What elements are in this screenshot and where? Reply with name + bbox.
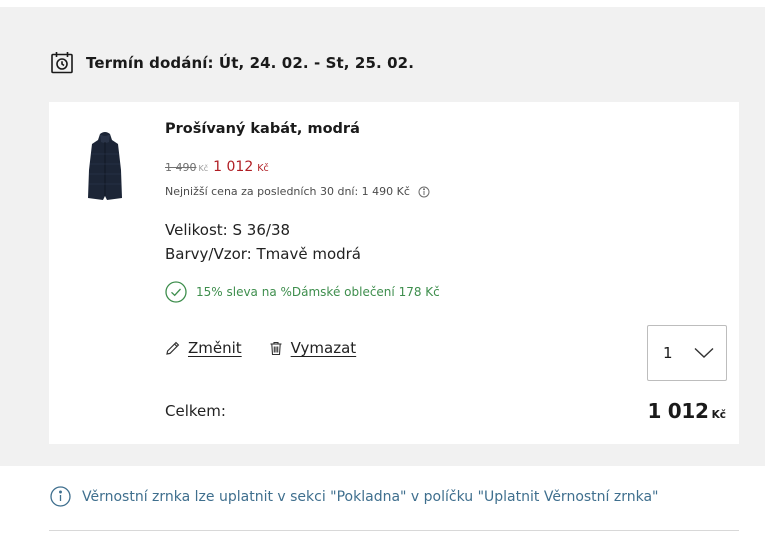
size-value: Velikost: S 36/38 (165, 221, 291, 239)
info-icon[interactable] (418, 186, 430, 198)
discount-info: 15% sleva na %Dámské oblečení 178 Kč (165, 281, 440, 303)
discount-text: 15% sleva na %Dámské oblečení 178 Kč (196, 285, 440, 299)
remove-label: Vymazat (290, 339, 357, 357)
total-currency: Kč (711, 409, 726, 421)
calendar-clock-icon (50, 51, 74, 75)
quantity-value: 1 (663, 344, 673, 362)
divider (49, 530, 739, 531)
color-value: Barvy/Vzor: Tmavě modrá (165, 245, 362, 263)
sale-price-currency: Kč (257, 163, 269, 174)
loyalty-text: Věrnostní zrnka lze uplatnit v sekci "Po… (82, 488, 659, 505)
loyalty-note: Věrnostní zrnka lze uplatnit v sekci "Po… (50, 486, 659, 507)
total-amount: 1 012 (647, 399, 709, 423)
remove-button[interactable]: Vymazat (268, 339, 357, 357)
chevron-down-icon (694, 347, 714, 359)
edit-label: Změnit (188, 339, 242, 357)
delivery-info: Termín dodání: Út, 24. 02. - St, 25. 02. (50, 45, 414, 81)
edit-button[interactable]: Změnit (165, 339, 242, 357)
product-image[interactable] (85, 130, 125, 202)
product-card: Prošívaný kabát, modrá 1 490 Kč 1 012 Kč… (49, 102, 739, 444)
product-name[interactable]: Prošívaný kabát, modrá (165, 121, 360, 137)
total-label: Celkem: (165, 402, 226, 420)
delivery-date-label: Termín dodání: Út, 24. 02. - St, 25. 02. (86, 54, 414, 72)
price-block: 1 490 Kč 1 012 Kč (165, 159, 269, 175)
check-circle-icon (165, 281, 187, 303)
old-price: 1 490 (165, 161, 197, 174)
sale-price: 1 012 (213, 159, 254, 175)
quantity-select[interactable]: 1 (647, 325, 727, 381)
total-price: 1 012 Kč (647, 399, 726, 423)
cart-item-panel: Termín dodání: Út, 24. 02. - St, 25. 02.… (0, 7, 765, 466)
pencil-icon (165, 340, 181, 356)
item-actions: Změnit Vymazat (165, 339, 356, 357)
old-price-currency: Kč (198, 164, 209, 173)
lowest-price-text: Nejnižší cena za posledních 30 dní: 1 49… (165, 185, 410, 198)
trash-icon (268, 340, 284, 356)
lowest-price-note: Nejnižší cena za posledních 30 dní: 1 49… (165, 185, 430, 198)
info-icon (50, 486, 71, 507)
